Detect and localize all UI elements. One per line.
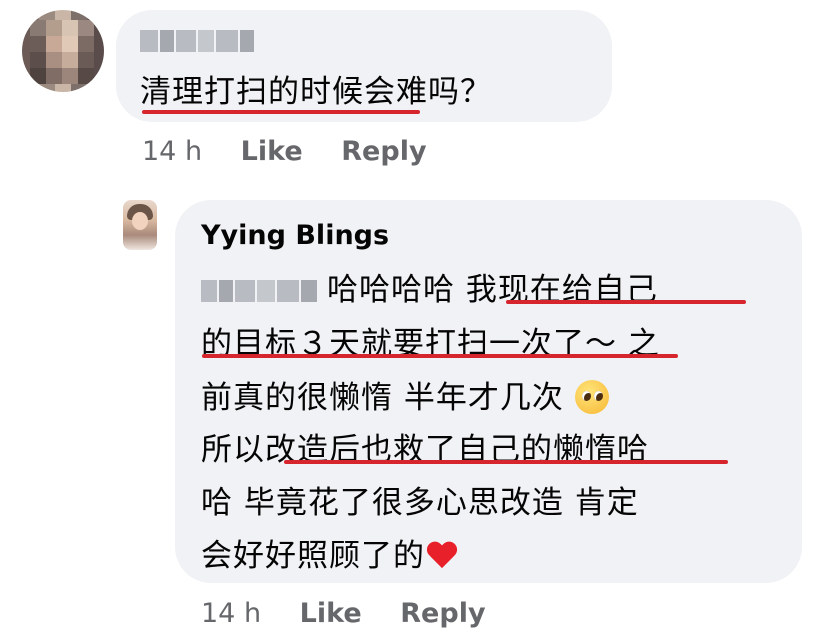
comment-reply-button[interactable]: Reply — [341, 136, 426, 167]
comment-like-button[interactable]: Like — [241, 136, 303, 167]
reply-author-avatar[interactable] — [123, 200, 157, 250]
highlight-underline — [142, 110, 420, 114]
reply-text-segment: 哈哈哈哈 — [327, 272, 466, 308]
reply-reply-button[interactable]: Reply — [400, 598, 485, 629]
comment-text: 清理打扫的时候会难吗？ — [140, 74, 492, 110]
pleading-face-icon — [574, 380, 609, 414]
reply-like-button[interactable]: Like — [300, 598, 362, 629]
tagged-name-obscured[interactable] — [201, 280, 317, 302]
commenter-avatar-blurred[interactable] — [22, 10, 104, 92]
reply-text-segment: 会好好照顾了的 — [201, 538, 425, 574]
reply-text-line-6: 会好好照顾了的 — [201, 530, 457, 575]
commenter-name-obscured[interactable] — [140, 30, 254, 52]
reply-text-segment: 前真的很懒惰 半年才几次 — [201, 380, 564, 416]
highlight-underline — [284, 460, 728, 464]
reply-actions: 14 h Like Reply — [201, 598, 486, 629]
reply-timestamp[interactable]: 14 h — [201, 598, 261, 629]
comment-actions: 14 h Like Reply — [142, 136, 427, 167]
highlight-underline — [202, 354, 678, 358]
highlight-underline — [506, 300, 746, 304]
red-heart-icon — [427, 542, 457, 570]
reply-text-segment: 所以 — [201, 432, 265, 468]
reply-author-name[interactable]: Yying Blings — [201, 220, 389, 251]
comment-timestamp[interactable]: 14 h — [142, 136, 202, 167]
reply-text-line-3: 前真的很懒惰 半年才几次 — [201, 372, 609, 417]
reply-text-line-5: 哈 毕竟花了很多心思改造 肯定 — [201, 485, 639, 521]
